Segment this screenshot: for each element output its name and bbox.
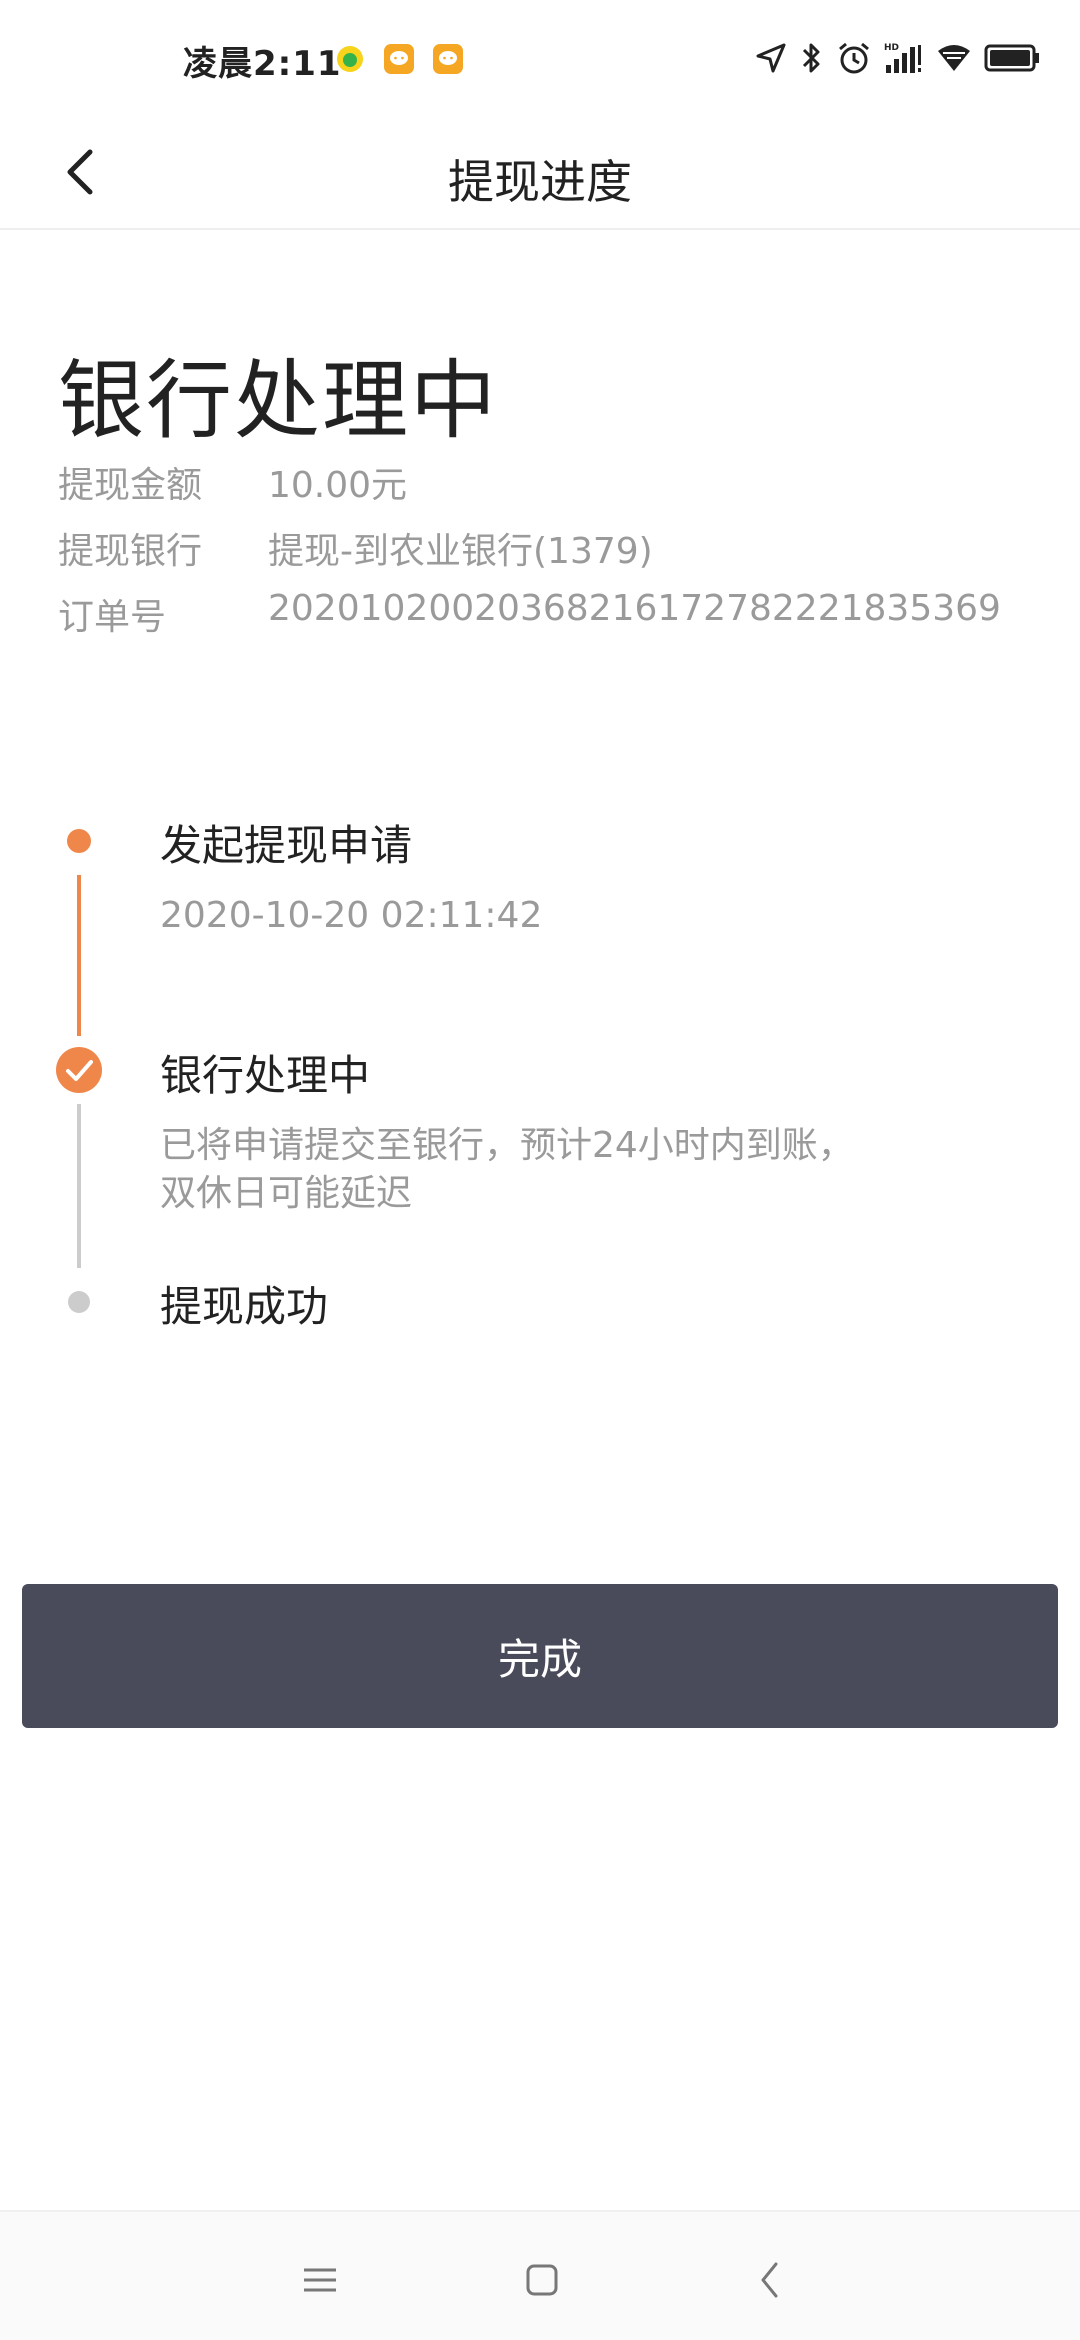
home-button[interactable] (512, 2250, 572, 2310)
system-nav-bar (0, 2210, 1080, 2340)
withdrawal-progress-page: 凌晨2:11 HD 提现进度 银行处理中 提现金额 10.00元 提现银行 提现… (0, 0, 1080, 2340)
info-label: 提现银行 (58, 531, 203, 572)
back-triangle-icon (761, 2262, 778, 2298)
timeline-step-desc-line: 双休日可能延迟 (160, 1173, 413, 1214)
timeline-step-desc-line: 已将申请提交至银行，预计24小时内到账， (160, 1125, 854, 1166)
timeline-step-title: 发起提现申请 (160, 821, 413, 870)
bluetooth-icon (800, 40, 824, 76)
status-bar: 凌晨2:11 HD (0, 0, 1080, 120)
timeline-dot-pending (68, 1291, 90, 1313)
timeline-step-title: 提现成功 (160, 1282, 329, 1331)
chat-app-icon (433, 44, 463, 74)
system-back-button[interactable] (740, 2250, 800, 2310)
check-circle-icon (56, 1047, 102, 1093)
chat-app-icon (384, 44, 414, 74)
nav-bar: 提现进度 (0, 120, 1080, 230)
home-square-icon (526, 2264, 558, 2296)
info-row-order-number: 订单号 2020102002036821617278222183​5369 (58, 588, 1001, 640)
info-value: 提现-到农业银行(1379) (268, 531, 653, 572)
info-label: 订单号 (58, 597, 167, 638)
alarm-icon (836, 40, 872, 76)
info-row-bank: 提现银行 提现-到农业银行(1379) (58, 522, 653, 574)
qq-music-icon (335, 44, 365, 74)
timeline-dot-done (67, 829, 91, 853)
info-value: 10.00元 (268, 465, 408, 506)
wifi-icon (936, 43, 972, 73)
info-row-amount: 提现金额 10.00元 (58, 456, 407, 508)
done-button[interactable]: 完成 (22, 1584, 1058, 1728)
hd-signal-icon: HD (884, 41, 924, 75)
status-heading: 银行处理中 (58, 351, 498, 451)
menu-icon (304, 2268, 336, 2292)
location-icon (754, 41, 788, 75)
info-value: 2020102002036821617278222183​5369 (268, 588, 1001, 629)
timeline-step-time: 2020-10-20 02:11:42 (160, 895, 543, 936)
svg-text:HD: HD (884, 43, 899, 53)
timeline-step-desc: 已将申请提交至银行，预计24小时内到账， 双休日可能延迟 (160, 1122, 1020, 1218)
status-right-icons: HD (754, 40, 1040, 76)
battery-icon (984, 43, 1040, 73)
status-time: 凌晨2:11 (183, 44, 342, 84)
menu-button[interactable] (290, 2250, 350, 2310)
info-label: 提现金额 (58, 465, 203, 506)
timeline-step-title: 银行处理中 (160, 1051, 371, 1100)
page-title: 提现进度 (448, 155, 632, 209)
